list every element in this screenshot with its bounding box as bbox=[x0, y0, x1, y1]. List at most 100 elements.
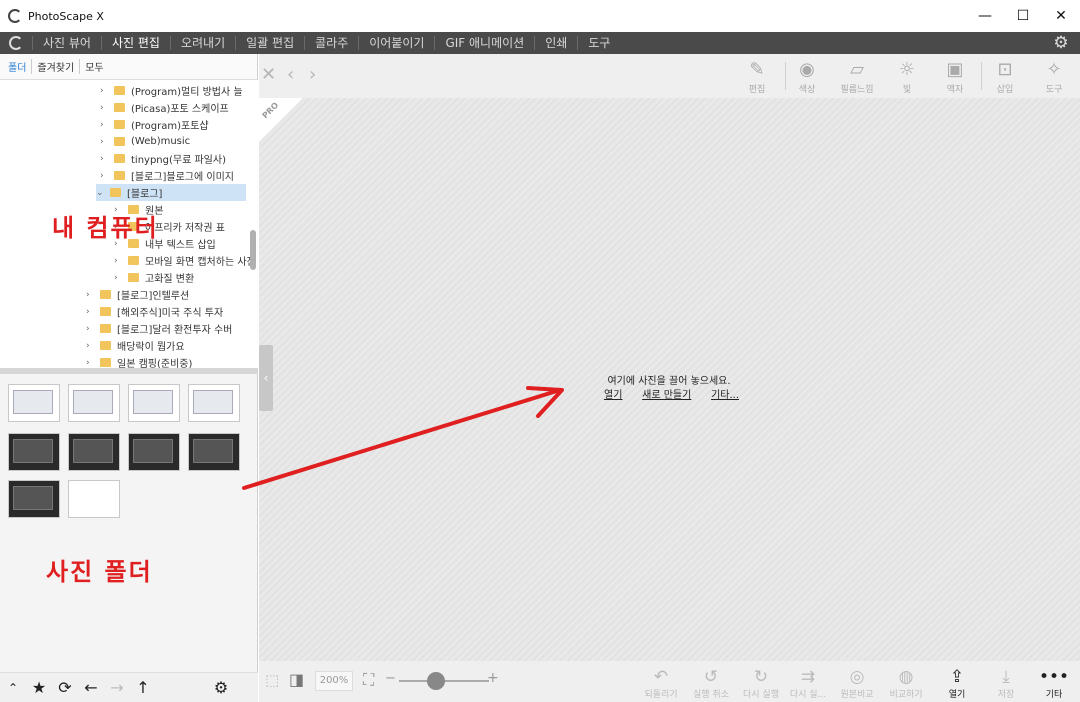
tool-insert[interactable]: ⊡ 삽입 bbox=[981, 59, 1029, 96]
annotation-photo-folder: 사진 폴더 bbox=[46, 558, 153, 586]
close-x-icon[interactable]: ✕ bbox=[261, 64, 276, 85]
tree-item[interactable]: › 고화질 변환 bbox=[114, 269, 194, 286]
collapse-up-icon[interactable]: ⌃ bbox=[0, 681, 26, 695]
thumbnail[interactable] bbox=[188, 433, 240, 471]
undo-button[interactable]: ↺ 실행 취소 bbox=[686, 667, 736, 700]
revert-button[interactable]: ↶ 되돌리기 bbox=[636, 667, 686, 700]
minimize-button[interactable]: — bbox=[966, 0, 1004, 32]
menu-cut-out[interactable]: 오려내기 bbox=[169, 36, 235, 50]
insert-icon: ⊡ bbox=[997, 59, 1013, 80]
new-link[interactable]: 새로 만들기 bbox=[642, 386, 691, 401]
left-bottom-toolbar: ⌃ ★ ⟳ ← → ↑ ⚙ bbox=[0, 672, 258, 702]
split-view-icon[interactable]: ◨ bbox=[289, 670, 304, 689]
zoom-out-icon[interactable]: − bbox=[385, 671, 396, 686]
tool-edit[interactable]: ✎ 편집 bbox=[733, 59, 781, 96]
main-menu-bar: 사진 뷰어 사진 편집 오려내기 일괄 편집 콜라주 이어붙이기 GIF 애니메… bbox=[0, 32, 1080, 54]
annotation-my-computer: 내 컴퓨터 bbox=[52, 214, 159, 242]
selection-icon[interactable]: ⬚ bbox=[265, 671, 279, 689]
fit-screen-icon[interactable]: ⛶ bbox=[363, 670, 374, 690]
menu-photo-editor[interactable]: 사진 편집 bbox=[100, 36, 170, 50]
redo-icon: ↻ bbox=[753, 667, 769, 687]
menu-print[interactable]: 인쇄 bbox=[534, 36, 577, 50]
more-button[interactable]: ••• 기타 bbox=[1029, 667, 1079, 700]
maximize-button[interactable]: ☐ bbox=[1004, 0, 1042, 32]
thumbnail[interactable] bbox=[8, 480, 60, 518]
thumbnail[interactable] bbox=[68, 433, 120, 471]
panel-collapse-handle[interactable]: ‹ bbox=[259, 345, 273, 411]
edit-icon: ✎ bbox=[749, 59, 765, 80]
drop-links: 열기 새로 만들기 기타... bbox=[604, 386, 739, 401]
tree-item-selected[interactable]: ⌄ [블로그] bbox=[96, 184, 246, 201]
prev-chevron-icon[interactable]: ‹ bbox=[287, 64, 294, 85]
thumbnail[interactable] bbox=[128, 433, 180, 471]
save-button[interactable]: ⤓ 저장 bbox=[981, 667, 1031, 700]
tool-film[interactable]: ▱ 필름느낌 bbox=[833, 60, 881, 96]
open-link[interactable]: 열기 bbox=[604, 386, 622, 401]
compare-original-button[interactable]: ◎ 원본비교 bbox=[832, 667, 882, 700]
editor-bottom-toolbar: ⬚ ◨ 200% ⛶ − + ↶ 되돌리기 ↺ 실행 취소 ↻ 다시 실행 ⇉ 다시 실… bbox=[259, 661, 1080, 702]
next-chevron-icon[interactable]: › bbox=[309, 64, 316, 85]
thumbnail[interactable] bbox=[128, 384, 180, 422]
tree-item[interactable]: › 배당락이 뭡가요 bbox=[86, 337, 185, 354]
favorite-star-icon[interactable]: ★ bbox=[26, 678, 52, 697]
menu-gif-animation[interactable]: GIF 애니메이션 bbox=[434, 36, 534, 50]
light-icon: ☼ bbox=[898, 59, 916, 80]
compare-button[interactable]: ◍ 비교하기 bbox=[881, 667, 931, 700]
back-arrow-icon[interactable]: ← bbox=[78, 678, 104, 697]
tool-frame[interactable]: ▣ 액자 bbox=[931, 59, 979, 96]
zoom-slider-knob[interactable] bbox=[427, 672, 445, 690]
settings-gear-icon[interactable]: ⚙ bbox=[208, 678, 234, 697]
frame-icon: ▣ bbox=[946, 59, 964, 80]
tool-color[interactable]: ◉ 색상 bbox=[783, 60, 831, 96]
open-button[interactable]: ⇪ 열기 bbox=[932, 667, 982, 700]
tree-item[interactable]: › tinypng(무료 파일사) bbox=[100, 150, 226, 167]
tree-item[interactable]: › 일본 캠핑(준비중) bbox=[86, 354, 192, 369]
tree-scrollbar[interactable] bbox=[250, 230, 256, 270]
tree-item[interactable]: › [블로그]달러 환전투자 수버 bbox=[86, 320, 232, 337]
tab-all[interactable]: 모두 bbox=[79, 59, 108, 74]
more-link[interactable]: 기타... bbox=[711, 386, 739, 401]
refresh-icon[interactable]: ⟳ bbox=[52, 678, 78, 697]
tree-item[interactable]: › (Picasa)포토 스케이프 bbox=[100, 99, 229, 116]
menu-combine[interactable]: 이어붙이기 bbox=[358, 36, 434, 50]
tree-item[interactable]: › (Program)포토샵 bbox=[100, 116, 209, 133]
menu-tools[interactable]: 도구 bbox=[577, 36, 620, 50]
up-arrow-icon[interactable]: ↑ bbox=[130, 678, 156, 697]
thumbnail[interactable] bbox=[68, 384, 120, 422]
editor-top-toolbar: ✕ ‹ › ✎ 편집 ◉ 색상 ▱ 필름느낌 ☼ 빛 ▣ 액자 ⊡ 삽입 ✧ 도구 bbox=[259, 54, 1080, 98]
tab-favorites[interactable]: 즐겨찾기 bbox=[31, 59, 79, 74]
redo-all-button[interactable]: ⇉ 다시 실... bbox=[783, 667, 833, 700]
zoom-level[interactable]: 200% bbox=[315, 671, 353, 691]
redo-all-icon: ⇉ bbox=[800, 667, 816, 687]
zoom-in-icon[interactable]: + bbox=[487, 670, 499, 686]
photoscape-logo-icon[interactable] bbox=[0, 32, 32, 54]
forward-arrow-icon[interactable]: → bbox=[104, 678, 130, 697]
window-title: PhotoScape X bbox=[28, 9, 104, 23]
thumbnail[interactable] bbox=[8, 433, 60, 471]
undo-icon: ↺ bbox=[703, 667, 719, 687]
tree-item[interactable]: › (Program)멀티 방법사 늘 bbox=[100, 82, 243, 99]
menu-collage[interactable]: 콜라주 bbox=[304, 36, 358, 50]
menu-photo-viewer[interactable]: 사진 뷰어 bbox=[32, 36, 101, 50]
palette-icon: ✧ bbox=[1046, 59, 1062, 80]
tree-item[interactable]: › [해외주식]미국 주식 투자 bbox=[86, 303, 223, 320]
tree-item[interactable]: › [블로그]블로그에 이미지 bbox=[100, 167, 234, 184]
menu-batch-edit[interactable]: 일괄 편집 bbox=[235, 36, 304, 50]
tree-item[interactable]: › 모바일 화면 캡처하는 사진 bbox=[114, 252, 256, 269]
drop-message: 여기에 사진을 끌어 놓으세요. bbox=[607, 376, 731, 387]
tool-light[interactable]: ☼ 빛 bbox=[883, 59, 931, 96]
panel-splitter[interactable] bbox=[0, 368, 258, 374]
thumbnail[interactable] bbox=[68, 480, 120, 518]
tree-item[interactable]: › (Web)music bbox=[100, 133, 190, 150]
tool-tools[interactable]: ✧ 도구 bbox=[1030, 59, 1078, 96]
tab-folder[interactable]: 폴더 bbox=[8, 59, 31, 74]
thumbnail[interactable] bbox=[188, 384, 240, 422]
app-logo-icon bbox=[8, 9, 22, 23]
pro-badge bbox=[259, 98, 303, 142]
close-button[interactable]: ✕ bbox=[1042, 0, 1080, 32]
thumbnail[interactable] bbox=[8, 384, 60, 422]
redo-button[interactable]: ↻ 다시 실행 bbox=[736, 667, 786, 700]
settings-gear-icon[interactable]: ⚙ bbox=[1052, 34, 1070, 52]
tree-item[interactable]: › [블로그]인텔루션 bbox=[86, 286, 189, 303]
folder-tabs: 폴더 즐겨찾기 모두 bbox=[0, 54, 257, 80]
